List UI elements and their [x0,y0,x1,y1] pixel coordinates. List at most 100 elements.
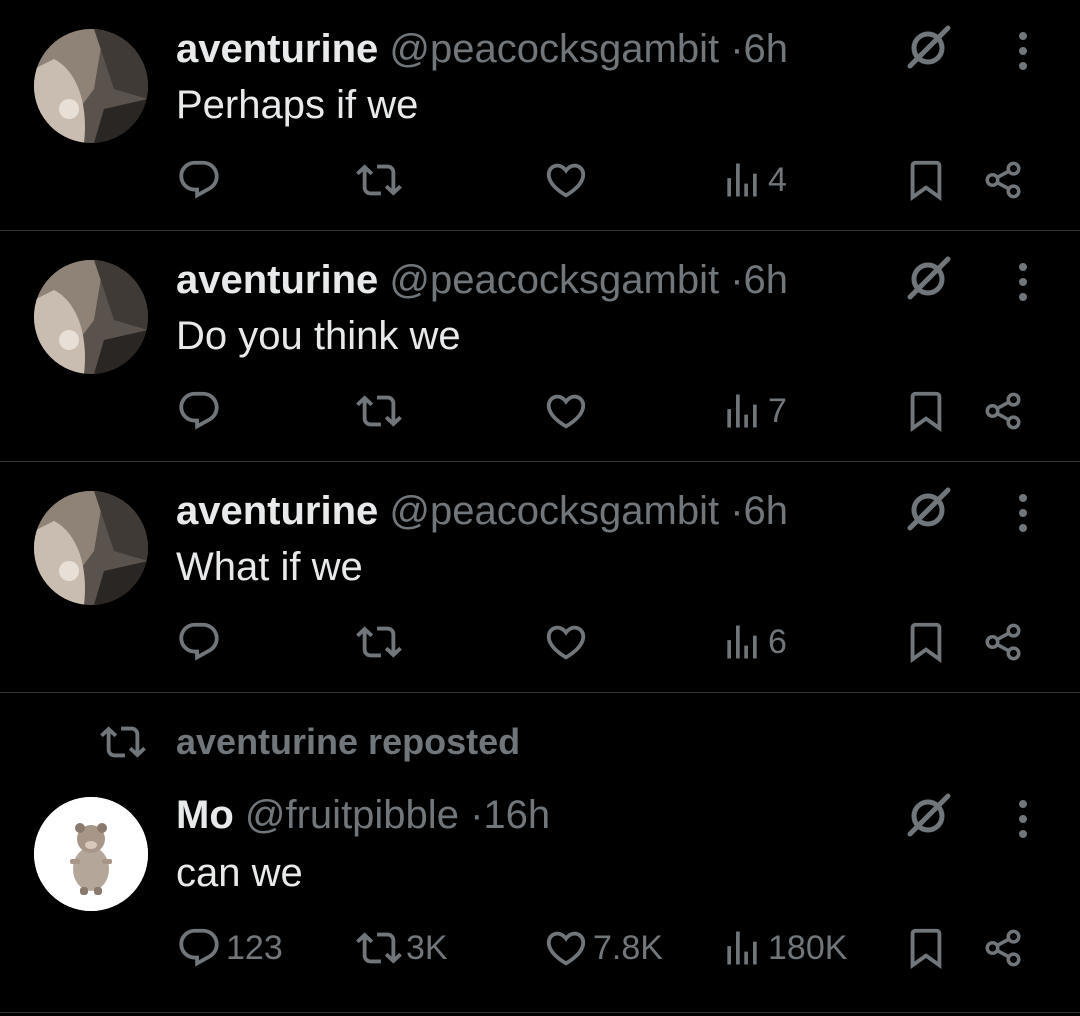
share-icon [982,159,1024,201]
bookmark-button[interactable] [903,386,949,436]
views-button[interactable]: 7 [720,386,787,436]
grok-icon[interactable] [904,790,954,840]
views-button[interactable]: 6 [720,617,787,667]
timestamp[interactable]: 16h [483,793,550,837]
reply-button[interactable] [176,155,226,205]
avatar[interactable] [34,260,148,374]
reply-count: 123 [226,928,283,967]
avatar[interactable] [34,797,148,911]
avatar[interactable] [34,491,148,605]
post[interactable]: Mo @fruitpibble ·16h can we 123 3K 7.8K … [0,770,1080,1010]
heart-icon [543,157,589,203]
grok-icon[interactable] [904,253,954,303]
views-icon [720,926,764,970]
repost-count: 3K [406,928,448,967]
action-bar: 6 [0,617,1080,667]
post-header: aventurine @peacocksgambit ·6h [176,255,788,305]
reply-button[interactable] [176,617,226,667]
views-button[interactable]: 4 [720,155,787,205]
post[interactable]: aventurine @peacocksgambit ·6h What if w… [0,462,1080,692]
repost-icon [100,719,146,765]
post-header: Mo @fruitpibble ·16h [176,790,550,840]
repost-context[interactable]: aventurine reposted [100,720,520,764]
action-bar: 4 [0,155,1080,205]
share-button[interactable] [982,155,1024,205]
share-icon [982,390,1024,432]
action-bar: 123 3K 7.8K 180K [0,923,1080,973]
views-count: 7 [768,391,787,430]
post-text: Perhaps if we [176,83,419,127]
bookmark-icon [903,388,949,434]
separator: · [470,793,484,837]
timestamp[interactable]: 6h [744,27,789,71]
timestamp[interactable]: 6h [744,258,789,302]
share-button[interactable] [982,923,1024,973]
heart-icon [543,619,589,665]
views-icon [720,620,764,664]
author-handle[interactable]: @peacocksgambit [389,258,719,302]
bookmark-button[interactable] [903,155,949,205]
like-button[interactable]: 7.8K [543,923,663,973]
reply-icon [176,925,222,971]
separator: · [730,27,744,71]
share-icon [982,927,1024,969]
grok-icon[interactable] [904,22,954,72]
more-icon[interactable] [1008,488,1038,538]
like-button[interactable] [543,155,593,205]
reply-icon [176,388,222,434]
more-icon[interactable] [1008,257,1038,307]
author-handle[interactable]: @fruitpibble [245,793,459,837]
views-icon [720,158,764,202]
post-header: aventurine @peacocksgambit ·6h [176,486,788,536]
repost-icon [356,388,402,434]
repost-label: aventurine reposted [176,721,521,762]
avatar[interactable] [34,29,148,143]
reply-icon [176,157,222,203]
bookmark-button[interactable] [903,923,949,973]
divider [0,692,1080,693]
grok-icon[interactable] [904,484,954,534]
repost-button[interactable] [356,617,406,667]
like-count: 7.8K [593,928,663,967]
bookmark-button[interactable] [903,617,949,667]
bookmark-icon [903,157,949,203]
views-count: 6 [768,622,787,661]
share-button[interactable] [982,386,1024,436]
repost-button[interactable] [356,386,406,436]
action-bar: 7 [0,386,1080,436]
author-name[interactable]: aventurine [176,258,378,302]
heart-icon [543,388,589,434]
share-button[interactable] [982,617,1024,667]
heart-icon [543,925,589,971]
repost-button[interactable]: 3K [356,923,448,973]
post-text: Do you think we [176,314,461,358]
author-name[interactable]: aventurine [176,27,378,71]
bookmark-icon [903,619,949,665]
author-handle[interactable]: @peacocksgambit [389,27,719,71]
repost-button[interactable] [356,155,406,205]
like-button[interactable] [543,386,593,436]
author-handle[interactable]: @peacocksgambit [389,489,719,533]
views-count: 180K [768,928,848,967]
post-text: What if we [176,545,363,589]
post[interactable]: aventurine @peacocksgambit ·6h Perhaps i… [0,0,1080,230]
author-name[interactable]: aventurine [176,489,378,533]
bookmark-icon [903,925,949,971]
post[interactable]: aventurine @peacocksgambit ·6h Do you th… [0,231,1080,461]
views-button[interactable]: 180K [720,923,847,973]
post-text: can we [176,851,303,895]
repost-icon [356,157,402,203]
divider [0,1012,1080,1013]
reply-button[interactable]: 123 [176,923,283,973]
views-count: 4 [768,160,787,199]
author-name[interactable]: Mo [176,793,234,837]
like-button[interactable] [543,617,593,667]
repost-icon [356,619,402,665]
separator: · [730,258,744,302]
more-icon[interactable] [1008,794,1038,844]
reply-icon [176,619,222,665]
timestamp[interactable]: 6h [744,489,789,533]
reply-button[interactable] [176,386,226,436]
post-header: aventurine @peacocksgambit ·6h [176,24,788,74]
more-icon[interactable] [1008,26,1038,76]
